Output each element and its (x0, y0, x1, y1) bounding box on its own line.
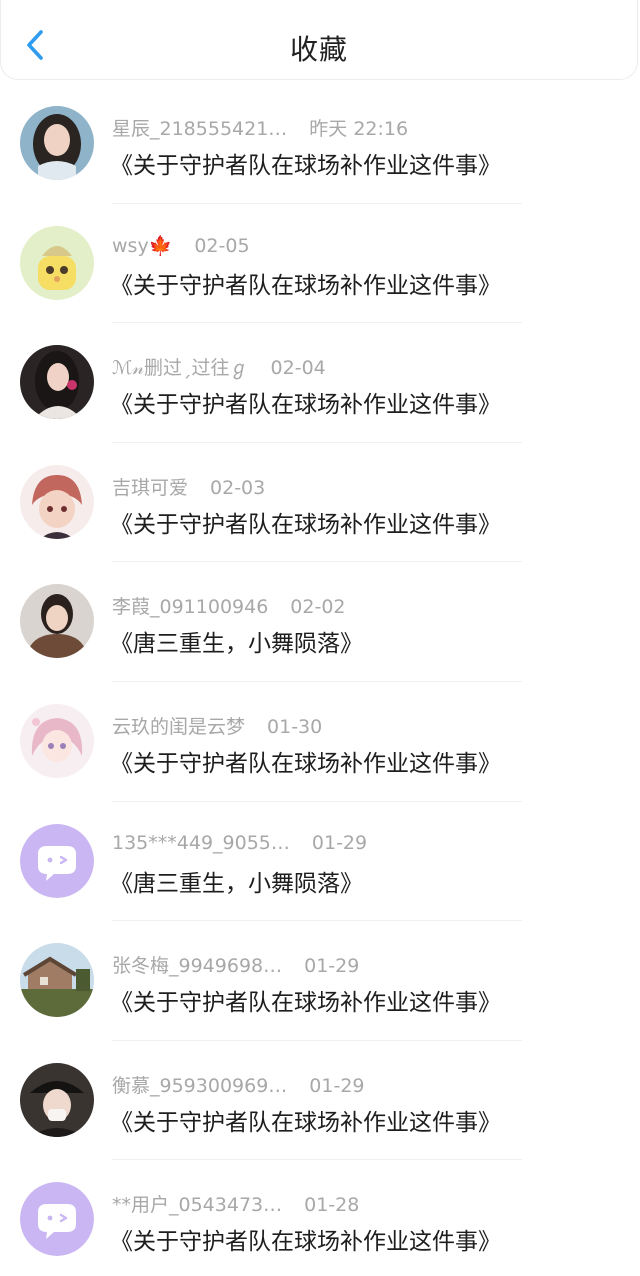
post-title[interactable]: 《关于守护者队在球场补作业这件事》 (110, 744, 501, 778)
author-name: 吉琪可爱 (112, 476, 189, 499)
author-name: 李葭_091100946 (112, 596, 269, 619)
avatar[interactable] (20, 1062, 94, 1137)
avatar[interactable] (20, 823, 94, 898)
timestamp: 02-04 (270, 357, 326, 380)
list-item[interactable]: 衡慕_959300969… 01-29 《关于守护者队在球场补作业这件事》 (0, 1041, 640, 1161)
list-item[interactable]: 星辰_218555421… 昨天 22:16 《关于守护者队在球场补作业这件事》 (0, 84, 640, 204)
avatar[interactable] (20, 943, 94, 1018)
timestamp: 02-03 (210, 476, 266, 499)
post-title[interactable]: 《关于守护者队在球场补作业这件事》 (110, 1103, 501, 1137)
post-title[interactable]: 《关于守护者队在球场补作业这件事》 (110, 146, 501, 180)
chat-bubble-icon (20, 823, 94, 898)
avatar[interactable] (20, 584, 94, 659)
item-meta: 135***449_9055… 01-29 (112, 832, 367, 854)
post-title[interactable]: 《关于守护者队在球场补作业这件事》 (110, 266, 501, 300)
post-title[interactable]: 《唐三重生，小舞陨落》 (110, 624, 363, 658)
timestamp: 01-29 (309, 1074, 365, 1097)
item-meta: 张冬梅_9949698… 01-29 (112, 951, 359, 978)
list-item[interactable]: ℳ𝓃删过ˏ过往ℊ 02-04 《关于守护者队在球场补作业这件事》 (0, 323, 640, 443)
list-item[interactable]: 张冬梅_9949698… 01-29 《关于守护者队在球场补作业这件事》 (0, 921, 640, 1041)
list-item[interactable]: 吉琪可爱 02-03 《关于守护者队在球场补作业这件事》 (0, 443, 640, 563)
author-name: ℳ𝓃删过ˏ过往ℊ (112, 357, 249, 380)
avatar[interactable] (20, 225, 94, 300)
timestamp: 02-05 (194, 234, 250, 257)
post-title[interactable]: 《关于守护者队在球场补作业这件事》 (110, 505, 501, 539)
item-meta: 李葭_091100946 02-02 (112, 592, 346, 619)
author-name: 云玖的闺是云梦 (112, 715, 246, 738)
chat-bubble-icon (20, 1182, 94, 1257)
page-title: 收藏 (289, 33, 348, 66)
timestamp: 01-29 (304, 955, 360, 978)
favorites-list: 星辰_218555421… 昨天 22:16 《关于守护者队在球场补作业这件事》 … (0, 84, 640, 1276)
timestamp: 02-02 (290, 596, 346, 619)
author-name: **用户_0543473… (112, 1194, 283, 1217)
post-title[interactable]: 《关于守护者队在球场补作业这件事》 (110, 983, 501, 1017)
post-title[interactable]: 《唐三重生，小舞陨落》 (110, 864, 363, 898)
item-meta: 星辰_218555421… 昨天 22:16 (112, 114, 408, 141)
item-meta: 吉琪可爱 02-03 (112, 473, 265, 500)
avatar[interactable] (20, 1182, 94, 1257)
timestamp: 01-30 (267, 715, 323, 738)
timestamp: 昨天 22:16 (309, 118, 409, 140)
avatar[interactable] (20, 345, 94, 420)
item-meta: **用户_0543473… 01-28 (112, 1190, 359, 1217)
author-name: 张冬梅_9949698… (112, 955, 283, 978)
post-title[interactable]: 《关于守护者队在球场补作业这件事》 (110, 1222, 501, 1256)
author-name: 135***449_9055… (112, 831, 290, 854)
post-title[interactable]: 《关于守护者队在球场补作业这件事》 (110, 385, 501, 419)
timestamp: 01-29 (311, 831, 368, 854)
author-name: 星辰_218555421… (112, 118, 288, 140)
nav-header: 收藏 (0, 0, 638, 80)
list-item[interactable]: wsy🍁 02-05 《关于守护者队在球场补作业这件事》 (0, 204, 640, 324)
favorites-page: 收藏 星辰_218555421… 昨天 22:16 《关于守护者队在球场补作业这件… (0, 0, 640, 1276)
list-item[interactable]: 135***449_9055… 01-29 《唐三重生，小舞陨落》 (0, 802, 640, 922)
list-item[interactable]: 李葭_091100946 02-02 《唐三重生，小舞陨落》 (0, 562, 640, 682)
list-item[interactable]: **用户_0543473… 01-28 《关于守护者队在球场补作业这件事》 (0, 1160, 640, 1276)
item-meta: 云玖的闺是云梦 01-30 (112, 712, 322, 739)
item-meta: ℳ𝓃删过ˏ过往ℊ 02-04 (112, 353, 326, 380)
avatar[interactable] (20, 703, 94, 778)
avatar[interactable] (20, 106, 94, 180)
author-name: wsy🍁 (112, 234, 173, 257)
item-meta: wsy🍁 02-05 (112, 234, 250, 257)
list-item[interactable]: 云玖的闺是云梦 01-30 《关于守护者队在球场补作业这件事》 (0, 682, 640, 802)
author-name: 衡慕_959300969… (112, 1074, 288, 1097)
avatar[interactable] (20, 464, 94, 539)
item-meta: 衡慕_959300969… 01-29 (112, 1071, 365, 1098)
timestamp: 01-28 (304, 1194, 360, 1217)
